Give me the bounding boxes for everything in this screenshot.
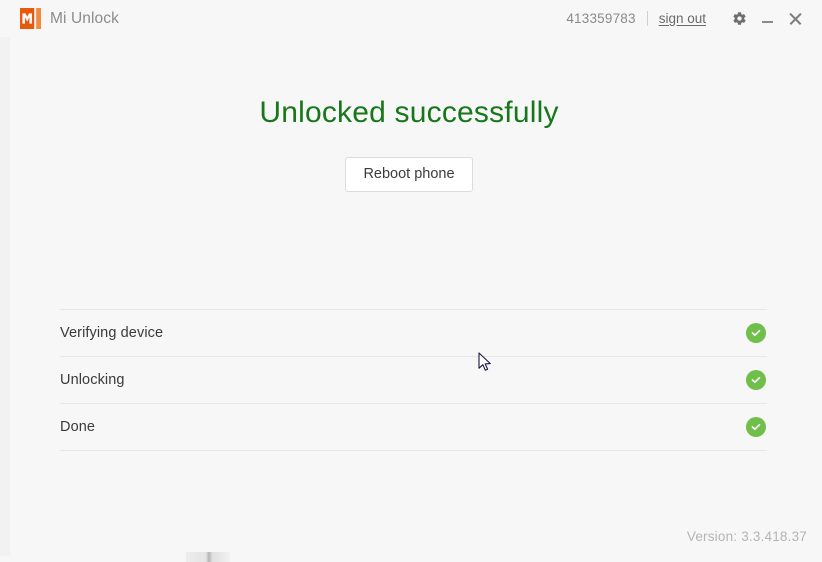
mi-unlock-window: Mi Unlock 413359783 sign out Unlocked su…: [0, 0, 822, 562]
settings-button[interactable]: [726, 6, 752, 32]
step-label: Verifying device: [60, 325, 164, 341]
check-circle-icon: [746, 370, 766, 390]
reboot-button-container: Reboot phone: [9, 157, 809, 192]
app-branding: Mi Unlock: [20, 7, 119, 29]
title-bar: Mi Unlock 413359783 sign out: [0, 0, 822, 37]
step-row: Done: [60, 403, 767, 451]
minimize-button[interactable]: [754, 6, 780, 32]
status-title: Unlocked successfully: [259, 96, 559, 129]
check-circle-icon: [746, 323, 766, 343]
account-id: 413359783: [566, 11, 636, 26]
mi-logo-icon: [20, 7, 41, 29]
minimize-icon: [761, 21, 773, 23]
step-row: Verifying device: [60, 309, 767, 356]
background-window-artifact: [186, 552, 230, 562]
progress-step-list: Verifying device Unlocking Done: [60, 309, 767, 451]
title-bar-controls: 413359783 sign out: [566, 0, 810, 37]
step-label: Done: [60, 419, 96, 435]
close-icon: [789, 12, 802, 25]
main-content: Unlocked successfully Reboot phone Verif…: [9, 37, 822, 556]
step-row: Unlocking: [60, 356, 767, 403]
sign-out-link[interactable]: sign out: [659, 11, 706, 26]
reboot-phone-button[interactable]: Reboot phone: [345, 157, 473, 192]
app-title: Mi Unlock: [50, 9, 119, 27]
divider: [646, 11, 648, 26]
gear-icon: [732, 11, 747, 26]
window-bottom-edge: [0, 556, 822, 562]
step-label: Unlocking: [60, 372, 125, 388]
check-circle-icon: [746, 417, 766, 437]
version-label: Version: 3.3.418.37: [686, 529, 807, 544]
close-button[interactable]: [782, 6, 808, 32]
